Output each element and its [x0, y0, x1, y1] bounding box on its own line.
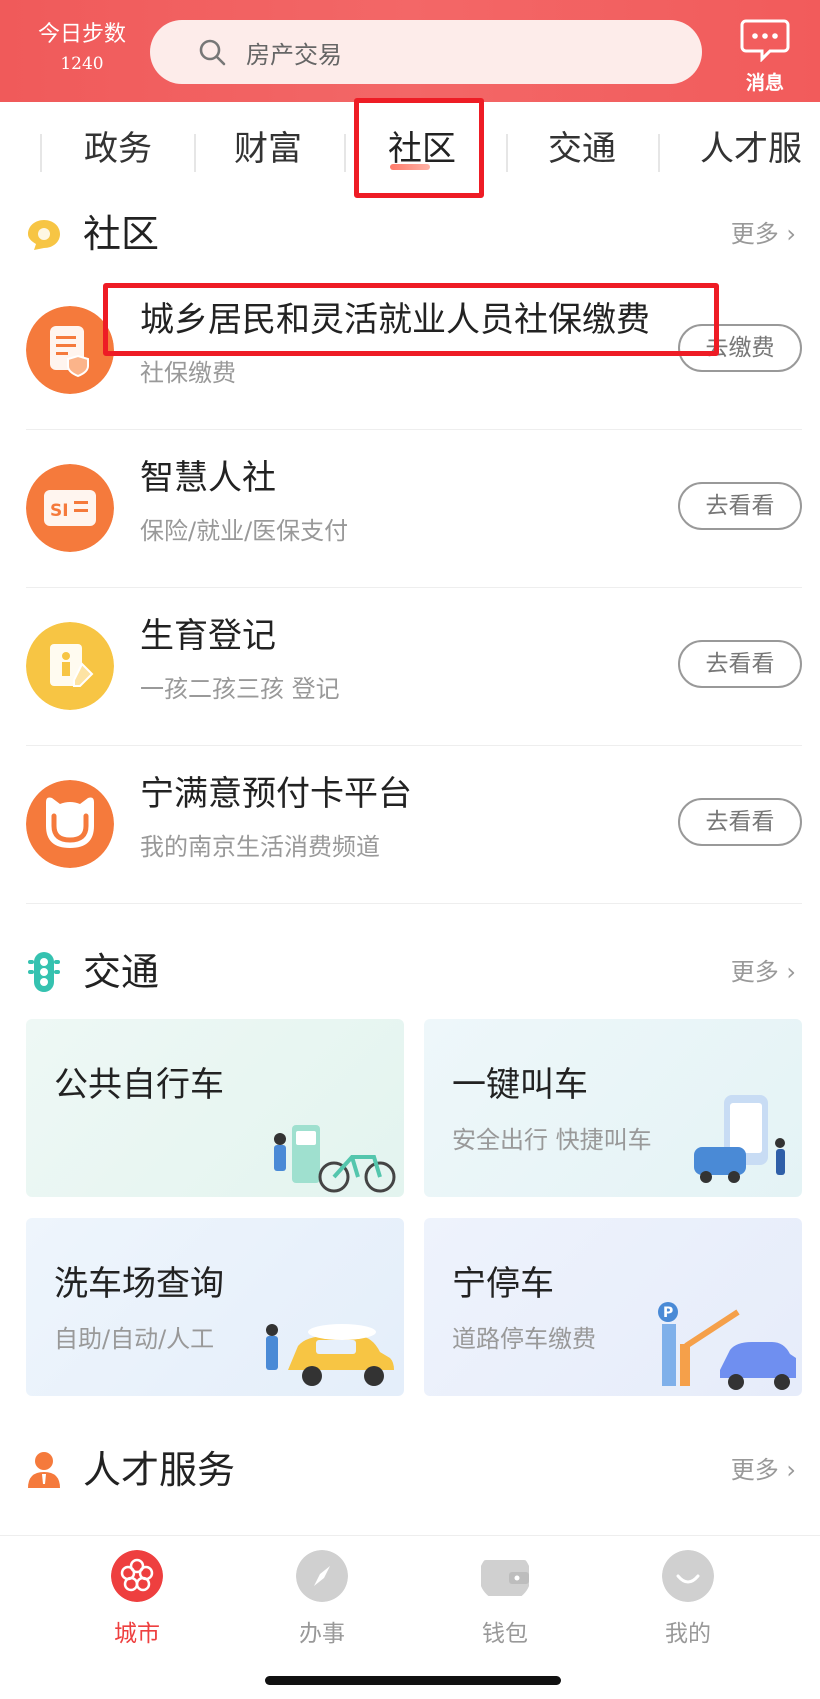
chevron-right-icon: › [786, 1456, 796, 1484]
service-item[interactable]: SI 智慧人社 保险/就业/医保支付 去看看 [26, 430, 802, 588]
top-header: 今日步数 1240 房产交易 消息 [0, 0, 820, 102]
service-item[interactable]: 生育登记 一孩二孩三孩 登记 去看看 [26, 588, 802, 746]
tab-wealth[interactable]: 财富 [234, 126, 302, 172]
car-wash-illustration-icon [266, 1324, 394, 1386]
nav-label: 城市 [114, 1621, 160, 1647]
view-button[interactable]: 去看看 [678, 482, 802, 530]
tab-divider [344, 134, 346, 172]
wallet-icon [481, 1560, 529, 1596]
chevron-right-icon: › [786, 220, 796, 248]
tab-traffic[interactable]: 交通 [548, 126, 616, 172]
service-subtitle: 社保缴费 [140, 359, 236, 387]
message-button[interactable]: 消息 [735, 18, 795, 95]
card-subtitle: 安全出行 快捷叫车 [452, 1126, 652, 1154]
parking-illustration-icon: P [658, 1302, 796, 1390]
person-icon [28, 1452, 60, 1488]
nav-label: 办事 [299, 1621, 345, 1647]
message-label: 消息 [745, 72, 784, 94]
phone-car-illustration-icon [694, 1095, 785, 1183]
tab-talent[interactable]: 人才服 [700, 126, 802, 172]
bottom-navigation: 城市 办事 钱包 我的 [0, 1535, 820, 1699]
section-title: 社区 [83, 212, 160, 256]
search-icon [199, 39, 226, 66]
nav-label: 我的 [665, 1621, 711, 1647]
nav-city[interactable]: 城市 [87, 1550, 187, 1648]
tab-government[interactable]: 政务 [84, 126, 152, 172]
smile-face-icon [26, 780, 114, 868]
card-title: 宁停车 [452, 1264, 554, 1304]
steps-count: 1240 [60, 54, 104, 74]
service-name: 宁满意预付卡平台 [140, 774, 412, 814]
card-parking[interactable]: 宁停车 道路停车缴费 P [424, 1218, 802, 1396]
traffic-light-icon [28, 952, 60, 992]
view-button[interactable]: 去看看 [678, 640, 802, 688]
search-placeholder: 房产交易 [246, 40, 342, 69]
view-button[interactable]: 去看看 [678, 798, 802, 846]
smile-profile-icon [662, 1550, 714, 1602]
svg-text:P: P [663, 1305, 673, 1321]
service-subtitle: 保险/就业/医保支付 [140, 517, 349, 545]
compass-icon [296, 1550, 348, 1602]
annotation-box-tab [354, 98, 484, 198]
section-title: 交通 [83, 950, 160, 994]
service-name: 智慧人社 [140, 458, 276, 498]
nav-services[interactable]: 办事 [272, 1550, 372, 1648]
service-subtitle: 一孩二孩三孩 登记 [140, 675, 340, 703]
search-bar[interactable]: 房产交易 [150, 20, 702, 84]
tab-divider [194, 134, 196, 172]
divider [26, 903, 802, 904]
card-subtitle: 自助/自动/人工 [54, 1325, 215, 1353]
nav-wallet[interactable]: 钱包 [455, 1550, 555, 1648]
talent-section-header: 人才服务 更多 › [0, 1440, 820, 1500]
more-link[interactable]: 更多 › [731, 956, 796, 988]
step-counter[interactable]: 今日步数 1240 [22, 20, 142, 78]
tab-divider [506, 134, 508, 172]
card-title: 洗车场查询 [54, 1264, 224, 1304]
city-flower-icon [111, 1550, 163, 1602]
card-ride-hailing[interactable]: 一键叫车 安全出行 快捷叫车 [424, 1019, 802, 1197]
more-label: 更多 [730, 1456, 779, 1484]
service-name: 生育登记 [140, 616, 276, 656]
more-label: 更多 [730, 220, 779, 248]
document-shield-icon [26, 306, 114, 394]
annotation-box-item [103, 283, 719, 356]
section-title: 人才服务 [83, 1448, 236, 1492]
card-public-bike[interactable]: 公共自行车 [26, 1019, 404, 1197]
more-link[interactable]: 更多 › [731, 218, 796, 250]
service-subtitle: 我的南京生活消费频道 [140, 833, 380, 861]
chevron-right-icon: › [786, 958, 796, 986]
chat-bubble-icon [28, 220, 60, 250]
svg-text:SI: SI [50, 501, 69, 521]
community-section-header: 社区 更多 › [0, 204, 820, 264]
card-title: 公共自行车 [54, 1065, 224, 1105]
nav-label: 钱包 [482, 1621, 528, 1647]
tab-divider [40, 134, 42, 172]
home-indicator [265, 1676, 561, 1685]
traffic-section-header: 交通 更多 › [0, 942, 820, 1002]
nav-me[interactable]: 我的 [638, 1550, 738, 1648]
tab-divider [658, 134, 660, 172]
si-card-icon: SI [26, 464, 114, 552]
bicycle-illustration-icon [274, 1125, 396, 1193]
register-pen-icon [26, 622, 114, 710]
more-link[interactable]: 更多 › [731, 1454, 796, 1486]
card-title: 一键叫车 [452, 1065, 588, 1105]
more-label: 更多 [730, 958, 779, 986]
card-car-wash[interactable]: 洗车场查询 自助/自动/人工 [26, 1218, 404, 1396]
steps-label: 今日步数 [37, 22, 126, 47]
message-icon [740, 19, 790, 63]
service-item[interactable]: 宁满意预付卡平台 我的南京生活消费频道 去看看 [26, 746, 802, 904]
card-subtitle: 道路停车缴费 [452, 1325, 596, 1353]
